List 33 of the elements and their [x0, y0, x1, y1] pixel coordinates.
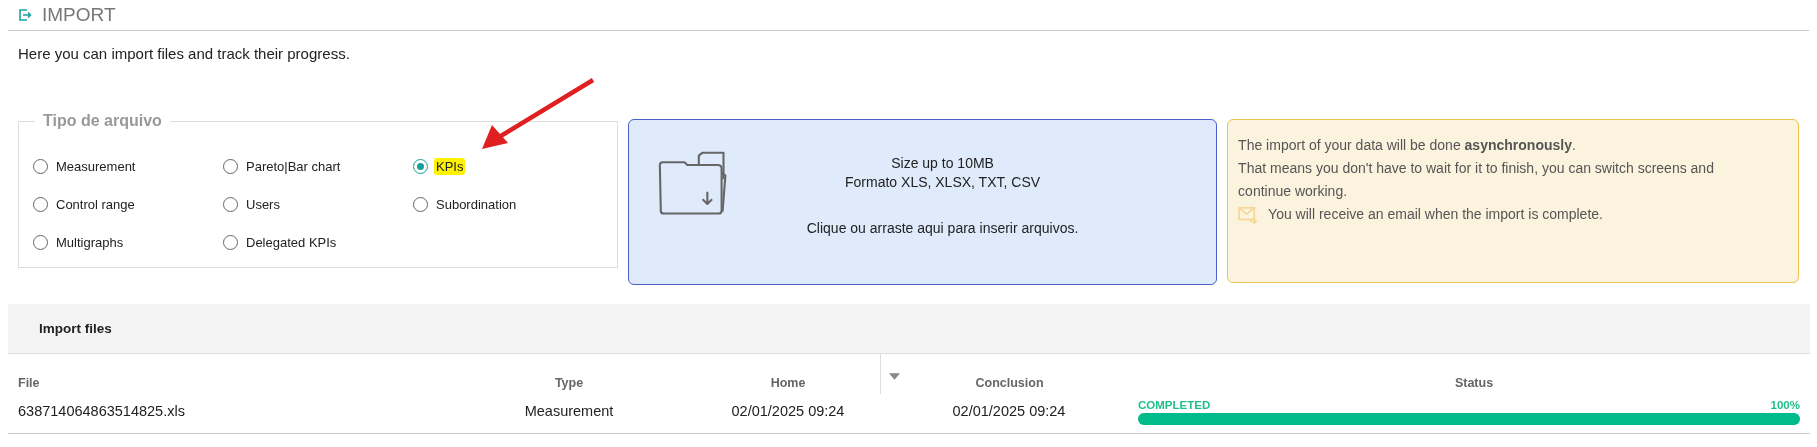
column-header[interactable]: Type [554, 376, 584, 390]
import-icon [18, 8, 32, 22]
table-title: Import files [39, 321, 112, 336]
upload-limit-text: Formato XLS, XLSX, TXT, CSV [844, 173, 1042, 192]
table-cell: 638714064863514825.xls [18, 403, 185, 419]
radio-option[interactable]: Pareto|Bar chart [223, 158, 413, 175]
column-header[interactable]: Status [1454, 376, 1494, 390]
table-cell: 02/01/2025 09:24 [952, 403, 1066, 419]
notice-text: You will receive an email when the import is complete. [1268, 205, 1603, 224]
radio-option[interactable]: Delegated KPIs [223, 234, 413, 251]
table-cell: 02/01/2025 09:24 [731, 403, 845, 419]
radio-option[interactable]: Subordination [413, 196, 603, 213]
file-dropzone[interactable]: Size up to 10MB Formato XLS, XLSX, TXT, CSV Clique ou arraste aqui para inserir arquivos. [628, 119, 1218, 285]
group-legend: Tipo de arquivo [35, 112, 170, 130]
upload-limit-text: Size up to 10MB [890, 154, 995, 173]
email-icon [1238, 205, 1259, 224]
radio-option[interactable]: Users [223, 196, 413, 213]
upload-hint: Clique ou arraste aqui para inserir arquivos. [805, 219, 1080, 238]
radio-option[interactable]: Control range [33, 196, 223, 213]
notice-text: That means you don't have to wait for it to finish, you can switch screens and continue working. [1238, 159, 1715, 201]
column-header[interactable]: File [18, 376, 40, 390]
column-header[interactable]: Home [770, 376, 806, 390]
radio-option[interactable]: KPIs [413, 158, 603, 175]
page-title: IMPORT [42, 4, 116, 26]
sort-icon[interactable] [889, 373, 900, 380]
radio-option[interactable]: Measurement [33, 158, 223, 175]
page-description: Here you can import files and track their progress. [18, 45, 351, 62]
notice-text: The import of your data will be done asynchronously. [1238, 136, 1577, 155]
radio-option[interactable]: Multigraphs [33, 234, 223, 251]
column-header[interactable]: Conclusion [975, 376, 1044, 390]
table-cell: Measurement [524, 403, 614, 419]
progress-percent: 100% [1770, 399, 1800, 411]
status-label: COMPLETED [1138, 399, 1211, 411]
